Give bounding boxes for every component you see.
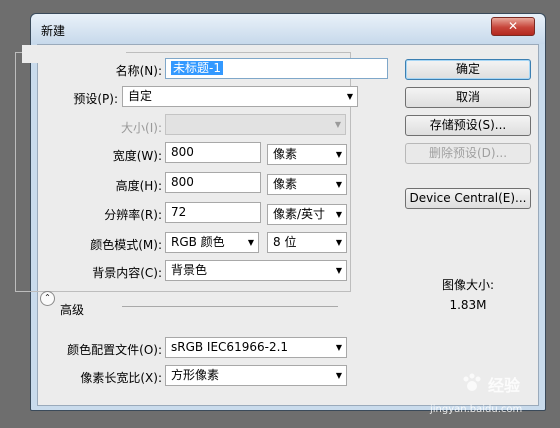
chevron-down-icon: ▼ xyxy=(335,266,342,275)
name-label: 名称(N): xyxy=(115,64,162,78)
advanced-divider xyxy=(122,306,338,307)
profile-value: sRGB IEC61966-2.1 xyxy=(171,340,289,354)
aspect-select[interactable]: 方形像素 ▼ xyxy=(165,365,347,386)
profile-select[interactable]: sRGB IEC61966-2.1 ▼ xyxy=(165,337,347,358)
chevron-down-icon: ▼ xyxy=(335,180,342,189)
save-preset-button[interactable]: 存储预设(S)... xyxy=(405,115,531,136)
chevron-down-icon: ▼ xyxy=(335,210,342,219)
height-unit-select[interactable]: 像素 ▼ xyxy=(267,174,347,195)
watermark-site: jingyan.baidu.com xyxy=(430,404,523,415)
window-title: 新建 xyxy=(41,24,66,38)
chevron-down-icon: ▼ xyxy=(334,120,341,129)
paw-logo-icon xyxy=(460,370,484,394)
image-size-value: 1.83M xyxy=(449,298,487,312)
chevron-down-icon: ▼ xyxy=(335,150,342,159)
size-label: 大小(I): xyxy=(121,121,162,135)
profile-label: 颜色配置文件(O): xyxy=(67,343,162,357)
aspect-label: 像素长宽比(X): xyxy=(80,371,162,385)
height-unit-value: 像素 xyxy=(273,177,298,191)
height-input[interactable]: 800 xyxy=(165,172,261,193)
resolution-label: 分辨率(R): xyxy=(104,208,162,222)
chevron-down-icon: ▼ xyxy=(346,92,353,101)
group-label-background xyxy=(22,45,126,63)
advanced-label: 高级 xyxy=(60,303,85,317)
background-value: 背景色 xyxy=(171,263,208,277)
colormode-value: RGB 颜色 xyxy=(171,235,225,249)
resolution-input[interactable]: 72 xyxy=(165,202,261,223)
aspect-value: 方形像素 xyxy=(171,368,220,382)
width-unit-value: 像素 xyxy=(273,147,298,161)
background-select[interactable]: 背景色 ▼ xyxy=(165,260,347,281)
bitdepth-select[interactable]: 8 位 ▼ xyxy=(267,232,347,253)
name-value: 未标题-1 xyxy=(171,61,223,75)
device-central-button[interactable]: Device Central(E)... xyxy=(405,188,531,209)
height-label: 高度(H): xyxy=(115,179,162,193)
resolution-unit-value: 像素/英寸 xyxy=(273,207,326,221)
preset-value: 自定 xyxy=(128,89,153,103)
colormode-select[interactable]: RGB 颜色 ▼ xyxy=(165,232,259,253)
size-select: ▼ xyxy=(165,114,346,135)
bitdepth-value: 8 位 xyxy=(273,235,297,249)
preset-label: 预设(P): xyxy=(73,92,118,106)
preset-select[interactable]: 自定 ▼ xyxy=(122,86,358,107)
title-bar[interactable]: 新建 ✕ xyxy=(31,14,545,44)
cancel-button[interactable]: 取消 xyxy=(405,87,531,108)
chevrons-up-icon: ⌃ xyxy=(44,293,51,302)
name-input[interactable]: 未标题-1 xyxy=(165,58,388,79)
chevron-down-icon: ▼ xyxy=(247,238,254,247)
ok-button[interactable]: 确定 xyxy=(405,59,531,80)
watermark-brand: 经验 xyxy=(488,376,521,395)
width-unit-select[interactable]: 像素 ▼ xyxy=(267,144,347,165)
delete-preset-button: 删除预设(D)... xyxy=(405,143,531,164)
width-input[interactable]: 800 xyxy=(165,142,261,163)
chevron-down-icon: ▼ xyxy=(335,371,342,380)
width-label: 宽度(W): xyxy=(112,149,162,163)
advanced-toggle-button[interactable]: ⌃ xyxy=(40,291,55,306)
background-label: 背景内容(C): xyxy=(92,266,162,280)
chevron-down-icon: ▼ xyxy=(335,343,342,352)
close-button[interactable]: ✕ xyxy=(491,17,535,36)
chevron-down-icon: ▼ xyxy=(335,238,342,247)
image-size-label: 图像大小: xyxy=(441,278,495,292)
close-icon: ✕ xyxy=(507,19,519,33)
colormode-label: 颜色模式(M): xyxy=(90,238,162,252)
resolution-unit-select[interactable]: 像素/英寸 ▼ xyxy=(267,204,347,225)
